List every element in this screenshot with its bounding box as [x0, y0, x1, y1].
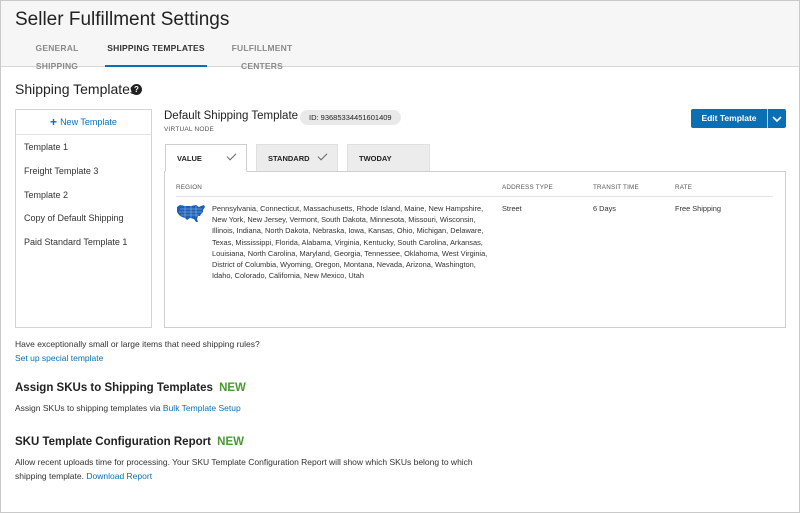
- setup-special-template-link[interactable]: Set up special template: [15, 353, 103, 363]
- column-header-address-type: ADDRESS TYPE: [502, 184, 553, 191]
- chevron-down-icon[interactable]: [768, 109, 786, 128]
- template-item-template-1[interactable]: Template 1: [16, 135, 151, 159]
- template-item-copy-of-default[interactable]: Copy of Default Shipping: [16, 206, 151, 230]
- report-title: SKU Template Configuration Report: [15, 436, 211, 448]
- assign-skus-title: Assign SKUs to Shipping Templates: [15, 382, 213, 394]
- rate-value: Free Shipping: [675, 204, 722, 213]
- report-text: Allow recent uploads time for processing…: [15, 456, 485, 483]
- assign-skus-description: Assign SKUs to shipping templates via: [15, 403, 161, 413]
- plus-icon: +: [50, 115, 58, 129]
- template-subtitle: VIRTUAL NODE: [164, 126, 215, 133]
- template-id-badge: ID: 93685334451601409: [300, 110, 401, 125]
- template-item-template-2[interactable]: Template 2: [16, 183, 151, 207]
- assign-skus-heading: Assign SKUs to Shipping Templates NEW: [15, 382, 246, 394]
- template-items: Template 1 Freight Template 3 Template 2…: [16, 134, 151, 254]
- header: Seller Fulfillment Settings GENERAL SHIP…: [1, 1, 799, 71]
- page: Seller Fulfillment Settings GENERAL SHIP…: [0, 0, 800, 513]
- header-divider: [176, 196, 773, 197]
- template-item-paid-standard-1[interactable]: Paid Standard Template 1: [16, 230, 151, 254]
- template-detail: Default Shipping Template VIRTUAL NODE I…: [164, 109, 786, 328]
- new-badge: NEW: [217, 436, 244, 448]
- column-header-region: REGION: [176, 184, 203, 191]
- tab-standard[interactable]: STANDARD: [256, 144, 338, 171]
- new-template-label: New Template: [60, 117, 117, 127]
- new-template-button[interactable]: + New Template: [16, 115, 151, 129]
- tab-value-label: VALUE: [177, 154, 202, 163]
- edit-template-label: Edit Template: [701, 113, 757, 123]
- column-header-rate: RATE: [675, 184, 693, 191]
- help-icon[interactable]: ?: [131, 84, 142, 95]
- tab-value[interactable]: VALUE: [165, 144, 247, 172]
- special-items-question: Have exceptionally small or large items …: [15, 339, 260, 349]
- bulk-template-setup-link[interactable]: Bulk Template Setup: [163, 403, 241, 413]
- report-heading: SKU Template Configuration Report NEW: [15, 436, 244, 448]
- template-item-freight-template-3[interactable]: Freight Template 3: [16, 159, 151, 183]
- template-list: + New Template Template 1 Freight Templat…: [15, 109, 152, 328]
- tab-shipping-templates[interactable]: SHIPPING TEMPLATES: [105, 39, 207, 67]
- rates-panel: REGION ADDRESS TYPE TRANSIT TIME RATE Pe…: [164, 171, 786, 328]
- section-title: Shipping Templates: [15, 81, 137, 97]
- page-title: Seller Fulfillment Settings: [15, 9, 230, 30]
- us-map-icon: [176, 203, 206, 223]
- edit-template-button[interactable]: Edit Template: [691, 109, 786, 128]
- transit-time-value: 6 Days: [593, 204, 617, 213]
- download-report-link[interactable]: Download Report: [86, 471, 152, 481]
- template-title: Default Shipping Template: [164, 110, 299, 122]
- address-type-value: Street: [502, 204, 522, 213]
- assign-skus-text: Assign SKUs to shipping templates via Bu…: [15, 403, 241, 413]
- tab-fulfillment-centers[interactable]: FULFILLMENT CENTERS: [216, 39, 308, 71]
- checkmark-icon: [226, 150, 237, 161]
- tab-standard-label: STANDARD: [268, 154, 310, 163]
- tab-general-shipping[interactable]: GENERAL SHIPPING: [19, 39, 95, 71]
- new-badge: NEW: [219, 382, 246, 394]
- tab-twoday[interactable]: TWODAY: [347, 144, 430, 171]
- checkmark-icon: [317, 150, 328, 161]
- region-list: Pennsylvania, Connecticut, Massachusetts…: [212, 204, 488, 281]
- column-header-transit-time: TRANSIT TIME: [593, 184, 639, 191]
- report-description: Allow recent uploads time for processing…: [15, 457, 473, 481]
- tab-twoday-label: TWODAY: [359, 154, 392, 163]
